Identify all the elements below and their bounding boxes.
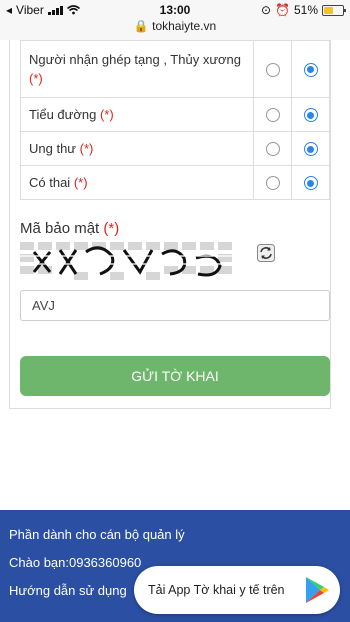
footer-admin-link[interactable]: Phần dành cho cán bộ quản lý [9, 527, 185, 542]
radio-yes[interactable] [265, 62, 280, 77]
question-label: Có thai (*) [19, 165, 255, 200]
yes-cell [253, 131, 293, 166]
radio-yes[interactable] [265, 176, 280, 191]
radio-no[interactable] [303, 62, 318, 77]
radio-no[interactable] [303, 142, 318, 157]
no-cell [291, 40, 330, 98]
radio-yes[interactable] [265, 108, 280, 123]
radio-yes[interactable] [265, 142, 280, 157]
question-text: Tiểu đường [29, 107, 97, 122]
app-banner-text: Tải App Tờ khai y tế trên [148, 583, 285, 597]
submit-button[interactable]: GỬI TỜ KHAI [20, 356, 330, 396]
address-bar[interactable]: 🔒 tokhaiyte.vn [0, 19, 350, 33]
table-row: Ung thư (*) [19, 131, 330, 166]
declaration-form: Người nhận ghép tạng , Thủy xương (*) Ti… [9, 40, 331, 409]
no-cell [291, 97, 330, 132]
address-url: tokhaiyte.vn [152, 19, 217, 33]
yes-cell [253, 165, 293, 200]
question-text: Người nhận ghép tạng , Thủy xương [29, 52, 242, 67]
health-questions-table: Người nhận ghép tạng , Thủy xương (*) Ti… [19, 40, 330, 200]
footer-greeting: Chào bạn:0936360960 [9, 555, 142, 570]
question-label: Tiểu đường (*) [19, 97, 255, 132]
battery-percent: 51% [293, 3, 318, 17]
question-label: Người nhận ghép tạng , Thủy xương (*) [19, 40, 255, 98]
captcha-label-text: Mã bảo mật [20, 220, 100, 237]
required-mark: (*) [79, 141, 94, 156]
yes-cell [253, 40, 293, 98]
rotation-lock-icon: ⊙ [260, 3, 272, 17]
radio-no[interactable] [303, 176, 318, 191]
alarm-icon: ⏰ [275, 3, 290, 17]
lock-icon: 🔒 [133, 19, 149, 33]
battery-fill [324, 6, 334, 14]
question-text: Có thai [29, 175, 71, 190]
question-label: Ung thư (*) [19, 131, 255, 166]
required-mark: (*) [99, 107, 114, 122]
table-row: Người nhận ghép tạng , Thủy xương (*) [19, 40, 330, 98]
captcha-input[interactable]: AVJ [20, 290, 330, 321]
required-mark: (*) [29, 71, 43, 86]
battery-icon [322, 4, 346, 16]
no-cell [291, 131, 330, 166]
play-store-icon [306, 577, 329, 603]
table-row: Có thai (*) [19, 165, 330, 200]
status-bar: ◂ Viber 13:00 ⊙ ⏰ 51% 🔒 tokhaiyte.vn [0, 0, 350, 40]
question-text: Ung thư [29, 141, 77, 156]
yes-cell [253, 97, 293, 132]
captcha-label: Mã bảo mật (*) [20, 220, 119, 237]
captcha-image [20, 242, 244, 280]
radio-no[interactable] [303, 108, 318, 123]
required-mark: (*) [103, 220, 120, 237]
app-download-banner[interactable]: Tải App Tờ khai y tế trên [134, 566, 340, 614]
no-cell [291, 165, 330, 200]
table-row: Tiểu đường (*) [19, 97, 330, 132]
required-mark: (*) [73, 175, 88, 190]
status-right: ⊙ ⏰ 51% [260, 3, 346, 17]
refresh-captcha-icon[interactable] [257, 244, 275, 262]
footer-guide-link[interactable]: Hướng dẫn sử dụng [9, 583, 127, 598]
